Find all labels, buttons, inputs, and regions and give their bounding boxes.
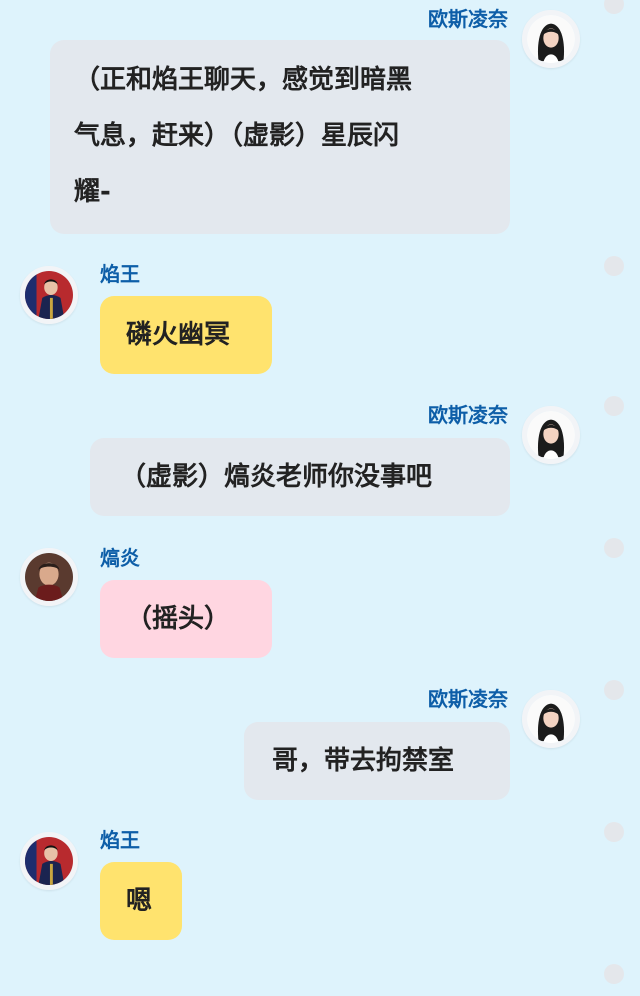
man-avatar-image — [25, 837, 73, 885]
sender-name: 焰王 — [100, 262, 140, 286]
message-bubble[interactable]: （虚影）熇炎老师你没事吧 — [90, 438, 510, 516]
message-bubble[interactable]: （摇头） — [100, 580, 272, 658]
long-black-hair-girl-avatar[interactable] — [522, 406, 580, 464]
message-bubble[interactable]: （正和焰王聊天，感觉到暗黑 气息，赶来）（虚影）星辰闪 耀- — [50, 40, 510, 234]
status-dot — [604, 0, 624, 14]
message-bubble[interactable]: 哥，带去拘禁室 — [244, 722, 510, 800]
long-black-hair-girl-avatar[interactable] — [522, 10, 580, 68]
status-dot — [604, 964, 624, 984]
sender-name: 熇炎 — [100, 546, 140, 570]
message-text: 嗯 — [126, 886, 153, 916]
chat-conversation: 欧斯凌奈 （正和焰王聊天，感觉到暗黑 气息，赶来）（虚影）星辰闪 耀- 焰王 磷… — [0, 0, 640, 996]
sender-name: 欧斯凌奈 — [428, 7, 508, 31]
older-man-avatar-image — [25, 553, 73, 601]
young-man-red-background-avatar[interactable] — [20, 266, 78, 324]
status-dot — [604, 396, 624, 416]
sender-name: 欧斯凌奈 — [428, 403, 508, 427]
sender-name: 欧斯凌奈 — [428, 687, 508, 711]
status-dot — [604, 680, 624, 700]
girl-avatar-image — [527, 15, 575, 63]
message-text: 哥，带去拘禁室 — [272, 746, 455, 776]
message-text: （摇头） — [126, 604, 231, 634]
message-text: （虚影）熇炎老师你没事吧 — [120, 462, 433, 492]
long-black-hair-girl-avatar[interactable] — [522, 690, 580, 748]
message-line: 耀- — [74, 177, 111, 207]
message-line: （正和焰王聊天，感觉到暗黑 — [74, 65, 413, 95]
message-bubble[interactable]: 嗯 — [100, 862, 182, 940]
status-dot — [604, 256, 624, 276]
message-text: 磷火幽冥 — [126, 320, 231, 350]
man-avatar-image — [25, 271, 73, 319]
older-man-avatar[interactable] — [20, 548, 78, 606]
message-line: 气息，赶来）（虚影）星辰闪 — [74, 121, 400, 151]
status-dot — [604, 822, 624, 842]
young-man-red-background-avatar[interactable] — [20, 832, 78, 890]
girl-avatar-image — [527, 695, 575, 743]
girl-avatar-image — [527, 411, 575, 459]
message-bubble[interactable]: 磷火幽冥 — [100, 296, 272, 374]
sender-name: 焰王 — [100, 828, 140, 852]
status-dot — [604, 538, 624, 558]
